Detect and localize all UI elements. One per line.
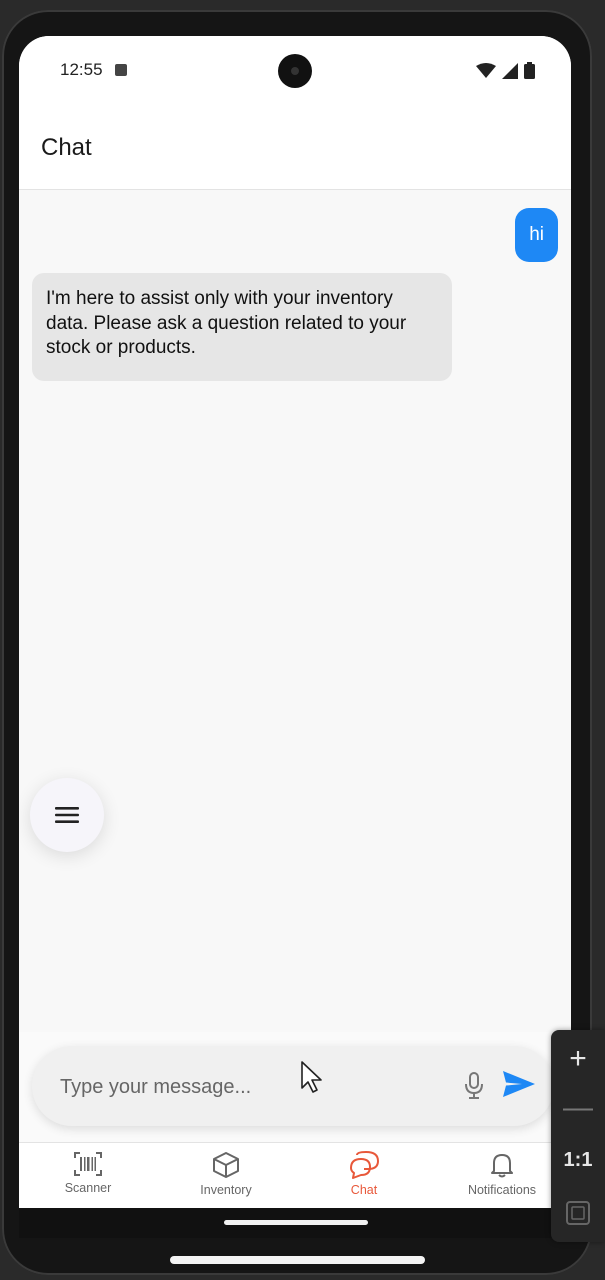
send-icon[interactable] bbox=[502, 1069, 536, 1099]
nav-label-scanner: Scanner bbox=[64, 1181, 112, 1195]
message-list[interactable]: hi I'm here to assist only with your inv… bbox=[19, 190, 571, 1032]
composer-area bbox=[19, 1032, 571, 1142]
zoom-ratio-button[interactable]: 1:1 bbox=[551, 1140, 605, 1180]
app-header: Chat bbox=[19, 106, 571, 190]
microphone-icon[interactable] bbox=[463, 1071, 485, 1101]
user-message-bubble: hi bbox=[515, 208, 558, 262]
status-bar: 12:55 bbox=[19, 36, 571, 106]
chat-bubbles-icon bbox=[350, 1151, 380, 1179]
bell-icon bbox=[491, 1154, 513, 1178]
barcode-icon bbox=[74, 1152, 102, 1176]
nav-label-chat: Chat bbox=[350, 1183, 378, 1197]
gesture-nav-bar bbox=[19, 1208, 571, 1238]
message-input[interactable] bbox=[58, 1066, 442, 1108]
composer-pill bbox=[32, 1046, 554, 1126]
nav-label-notifications: Notifications bbox=[467, 1183, 537, 1197]
status-time: 12:55 bbox=[60, 60, 103, 79]
device-screen: 12:55 Chat hi I'm here to assist only wi… bbox=[19, 36, 571, 1208]
nav-item-inventory[interactable]: Inventory bbox=[157, 1143, 295, 1208]
nav-item-scanner[interactable]: Scanner bbox=[19, 1143, 157, 1208]
page-title: Chat bbox=[41, 134, 92, 161]
zoom-in-button[interactable]: + bbox=[551, 1038, 605, 1080]
menu-fab-button[interactable] bbox=[30, 778, 104, 852]
emulator-bottom-handle bbox=[170, 1256, 425, 1264]
box-icon bbox=[213, 1152, 239, 1178]
signal-icon bbox=[502, 62, 518, 79]
status-icons bbox=[476, 62, 535, 79]
hamburger-menu-icon bbox=[55, 807, 79, 823]
battery-icon bbox=[524, 62, 535, 79]
emulator-zoom-panel: + — 1:1 bbox=[551, 1030, 605, 1242]
mouse-cursor-icon bbox=[301, 1061, 322, 1093]
home-gesture-handle[interactable] bbox=[224, 1220, 368, 1225]
wifi-icon bbox=[476, 62, 496, 78]
nav-item-chat[interactable]: Chat bbox=[295, 1143, 433, 1208]
front-camera bbox=[278, 54, 312, 88]
bottom-nav: Scanner Inventory Chat Notifications bbox=[19, 1142, 571, 1208]
fit-screen-icon[interactable] bbox=[565, 1200, 591, 1226]
zoom-out-button[interactable]: — bbox=[551, 1088, 605, 1128]
assistant-message-bubble: I'm here to assist only with your invent… bbox=[32, 273, 452, 381]
nav-label-inventory: Inventory bbox=[200, 1183, 252, 1197]
notification-a-icon bbox=[115, 64, 127, 76]
